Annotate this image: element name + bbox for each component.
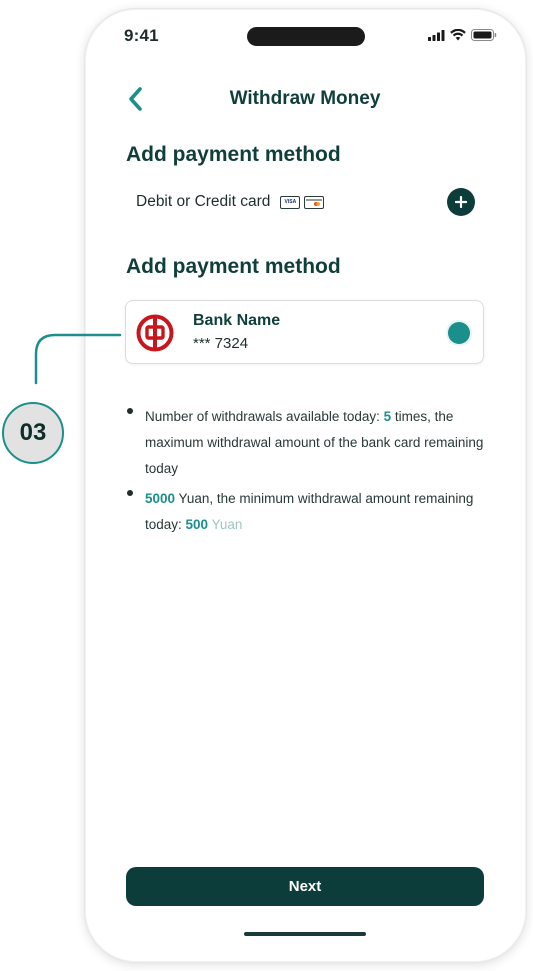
withdrawal-notes: Number of withdrawals available today: 5… [126, 404, 501, 538]
note-minimum-amount: 5000 Yuan, the minimum withdrawal amount… [126, 486, 501, 538]
step-badge: 03 [2, 402, 64, 464]
home-indicator [244, 932, 366, 936]
bullet-dot [127, 408, 133, 414]
max-amount: 5000 [145, 491, 176, 506]
withdrawal-count: 5 [383, 409, 392, 424]
min-amount: 500 [185, 517, 209, 532]
bullet-dot [127, 490, 133, 496]
min-amount-unit: Yuan [208, 517, 243, 532]
next-button[interactable]: Next [126, 867, 484, 906]
note1-text-start: Number of withdrawals available today: [145, 409, 384, 424]
note-withdrawals-available: Number of withdrawals available today: 5… [126, 404, 501, 482]
